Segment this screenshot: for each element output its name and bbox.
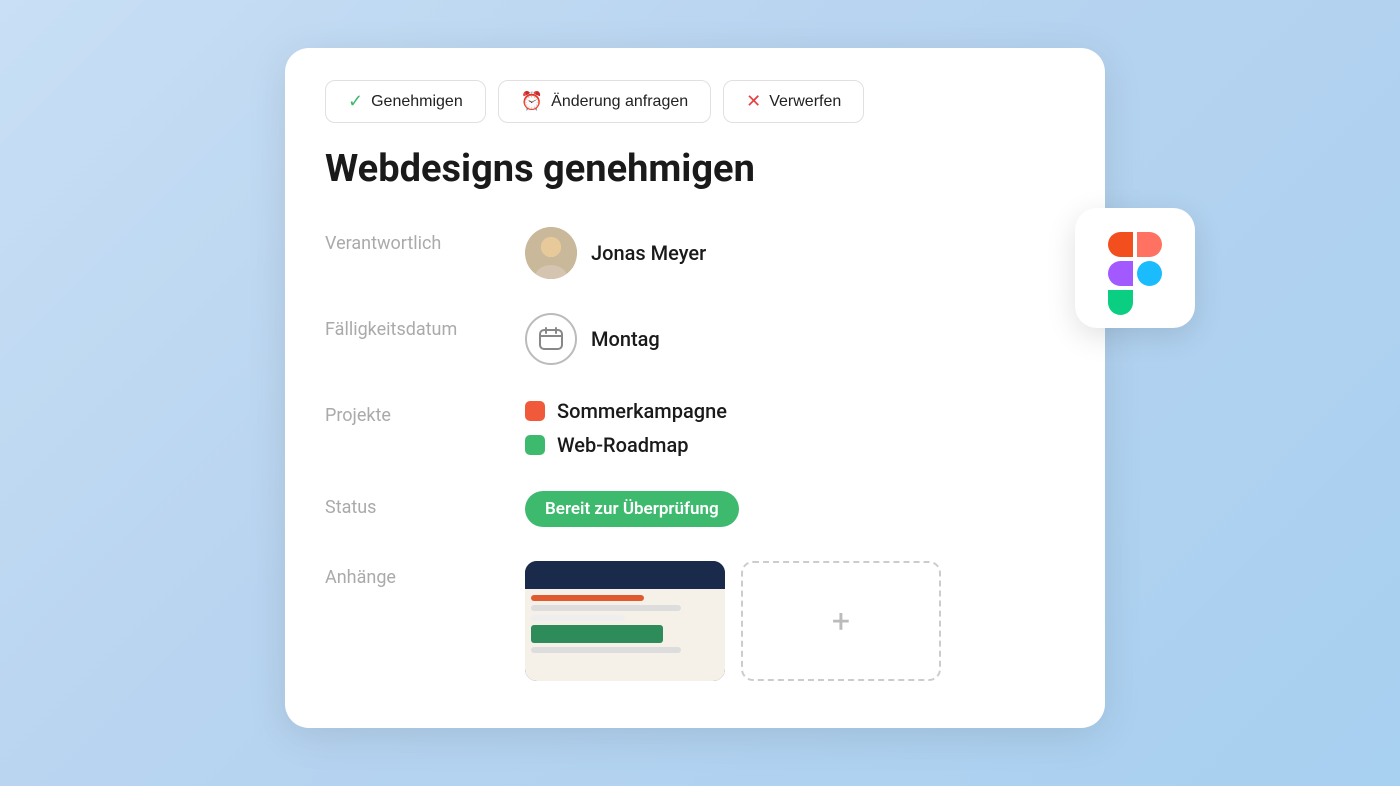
change-button[interactable]: ⏰ Änderung anfragen: [498, 80, 711, 123]
status-row: Status Bereit zur Überprüfung: [325, 491, 1065, 527]
due-date-label: Fälligkeitsdatum: [325, 313, 525, 340]
plus-icon: +: [832, 602, 850, 640]
calendar-icon: [525, 313, 577, 365]
action-bar: ✓ Genehmigen ⏰ Änderung anfragen ✕ Verwe…: [285, 48, 1105, 147]
projects-label: Projekte: [325, 399, 525, 426]
projects-row: Projekte Sommerkampagne Web-Roadmap: [325, 399, 1065, 457]
figma-cell-top-right: [1137, 232, 1162, 257]
approve-button[interactable]: ✓ Genehmigen: [325, 80, 486, 123]
reject-label: Verwerfen: [769, 93, 841, 111]
project-dot-red: [525, 401, 545, 421]
figma-logo: [1108, 232, 1162, 304]
figma-cell-bot-left: [1108, 290, 1133, 315]
project-2-name: Web-Roadmap: [557, 433, 688, 457]
reject-icon: ✕: [746, 91, 761, 112]
figma-cell-top-left: [1108, 232, 1133, 257]
add-attachment-button[interactable]: +: [741, 561, 941, 681]
responsible-label: Verantwortlich: [325, 227, 525, 254]
project-item-1: Sommerkampagne: [525, 399, 727, 423]
status-badge[interactable]: Bereit zur Überprüfung: [525, 491, 739, 527]
check-icon: ✓: [348, 91, 363, 112]
project-1-name: Sommerkampagne: [557, 399, 727, 423]
figma-cell-mid-left: [1108, 261, 1133, 286]
responsible-row: Verantwortlich Jonas Meyer: [325, 227, 1065, 279]
main-card: ✓ Genehmigen ⏰ Änderung anfragen ✕ Verwe…: [285, 48, 1105, 728]
avatar: [525, 227, 577, 279]
status-value: Bereit zur Überprüfung: [525, 491, 739, 527]
project-dot-green: [525, 435, 545, 455]
main-content: Webdesigns genehmigen Verantwortlich Jon…: [285, 147, 1105, 681]
project-item-2: Web-Roadmap: [525, 433, 727, 457]
page-title: Webdesigns genehmigen: [325, 147, 1065, 191]
change-icon: ⏰: [521, 91, 543, 112]
status-label: Status: [325, 491, 525, 518]
figma-widget: [1075, 208, 1195, 328]
attachments-label: Anhänge: [325, 561, 525, 588]
attachments-row: Anhänge +: [325, 561, 1065, 681]
attachment-thumbnail[interactable]: [525, 561, 725, 681]
reject-button[interactable]: ✕ Verwerfen: [723, 80, 864, 123]
responsible-value: Jonas Meyer: [525, 227, 706, 279]
approve-label: Genehmigen: [371, 93, 463, 111]
due-date: Montag: [591, 327, 660, 351]
due-date-value: Montag: [525, 313, 660, 365]
change-label: Änderung anfragen: [551, 93, 688, 111]
figma-cell-mid-right: [1137, 261, 1162, 286]
responsible-name: Jonas Meyer: [591, 241, 706, 265]
due-date-row: Fälligkeitsdatum Montag: [325, 313, 1065, 365]
projects-list: Sommerkampagne Web-Roadmap: [525, 399, 727, 457]
attachments-wrap: +: [525, 561, 941, 681]
